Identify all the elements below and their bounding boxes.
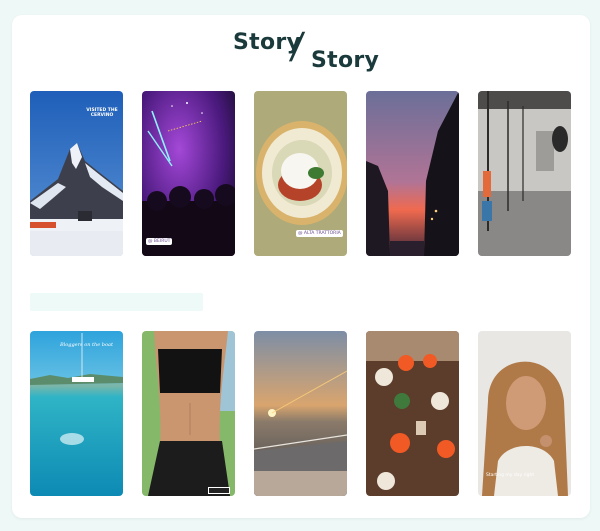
portrait-caption: Starting my day right [486, 473, 535, 478]
paris-street-image [366, 91, 459, 256]
title-story-2: Story [311, 48, 380, 73]
story-thumb-sunset-boat[interactable] [254, 331, 347, 496]
concert-tag: @ BEIRUT [146, 238, 173, 245]
aperol-image [366, 331, 459, 496]
section-placeholder-bar [30, 293, 203, 311]
story-thumb-sea-bay[interactable]: Bloggers on the boat [30, 331, 123, 496]
story-thumb-industrial[interactable] [478, 91, 571, 256]
story-thumb-fitness[interactable] [142, 331, 235, 496]
sea-bay-image [30, 331, 123, 496]
sea-bay-caption: Bloggers on the boat [60, 342, 113, 348]
page-title: Story / Story [0, 26, 600, 78]
matterhorn-caption: VISITED THE CERVINO [86, 108, 118, 118]
sunset-boat-image [254, 331, 347, 496]
fitness-image [142, 331, 235, 496]
story-thumb-paris-street[interactable] [366, 91, 459, 256]
portrait-image [478, 331, 571, 496]
burrata-tag: @ ALTA TRATTORIA [296, 230, 343, 237]
industrial-image [478, 91, 571, 256]
story-thumb-portrait[interactable]: Starting my day right [478, 331, 571, 496]
story-thumb-matterhorn[interactable]: VISITED THE CERVINO [30, 91, 123, 256]
story-thumb-aperol[interactable] [366, 331, 459, 496]
story-thumb-burrata[interactable]: @ ALTA TRATTORIA [254, 91, 347, 256]
fitness-sticker [208, 487, 230, 494]
concert-image [142, 91, 235, 256]
story-thumb-concert[interactable]: @ BEIRUT [142, 91, 235, 256]
